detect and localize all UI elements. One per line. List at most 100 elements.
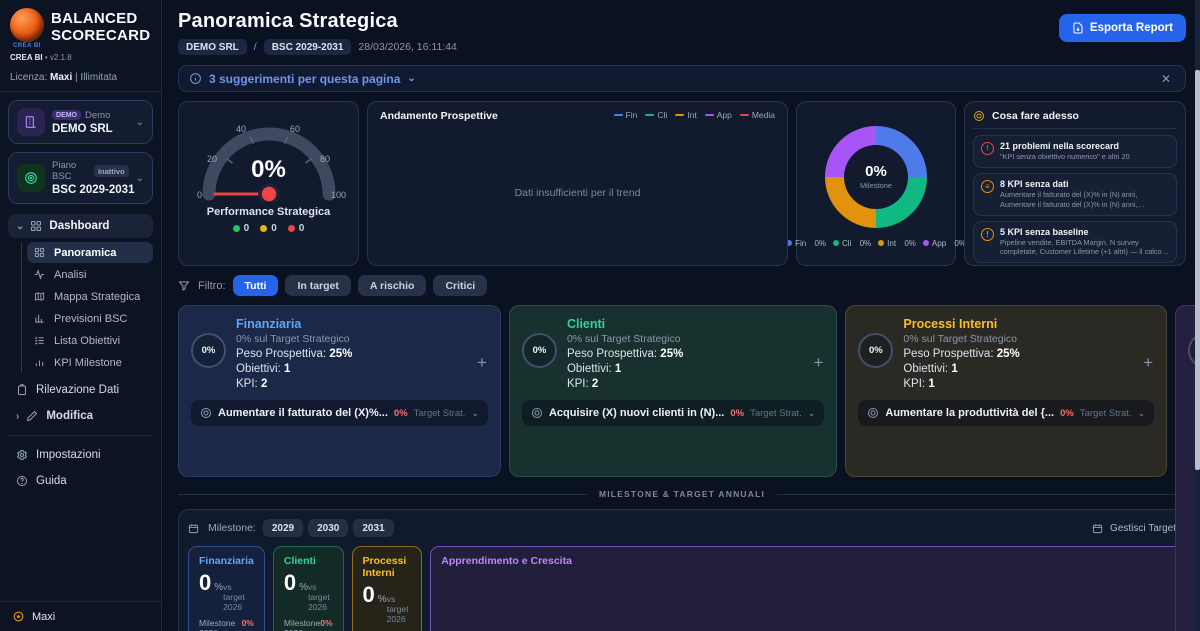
breadcrumb: DEMO SRL / BSC 2029-2031 28/03/2026, 16:…: [178, 39, 457, 55]
filter-in-target-button[interactable]: In target: [285, 275, 350, 296]
document-icon: [1072, 22, 1084, 34]
objective-row[interactable]: Acquisire (X) nuovi clienti in (N)... 0%…: [522, 400, 824, 426]
trend-panel: Andamento Prospettive Fin Cli Int App Me…: [367, 101, 788, 266]
milestone-value: 0: [199, 572, 211, 594]
trend-legend: Fin Cli Int App Media: [614, 110, 775, 120]
page-title: Panoramica Strategica: [178, 10, 457, 33]
filter-label: Filtro:: [198, 280, 226, 292]
grid-icon: [30, 220, 43, 232]
perspective-card-finanziaria: 0% Finanziaria 0% sul Target Strategico …: [178, 305, 501, 477]
perspective-card-processi-interni: 0% Processi Interni 0% sul Target Strate…: [845, 305, 1167, 477]
activity-icon: [34, 269, 47, 280]
legend-line-icon: [645, 114, 654, 116]
vs-target-label: vs target 2026: [223, 582, 254, 612]
checklist-icon: [34, 335, 47, 346]
export-report-button[interactable]: Esporta Report: [1059, 14, 1186, 42]
sidebar-item-panoramica[interactable]: Panoramica: [27, 242, 153, 263]
milestone-card-apprendimento: Apprendimento e Crescita 0 % vs target 2…: [430, 546, 1200, 631]
svg-text:60: 60: [290, 124, 300, 134]
bar-chart-icon: [34, 357, 47, 368]
svg-text:40: 40: [236, 124, 246, 134]
sidebar-item-analisi[interactable]: Analisi: [27, 264, 153, 285]
suggestions-bar: 3 suggerimenti per questa pagina ⌄ ✕: [178, 65, 1186, 92]
objective-row[interactable]: Aumentare la produttività del {... 0% Ta…: [858, 400, 1154, 426]
plan-selector[interactable]: Piano BSC Inattivo BSC 2029-2031 ⌄: [8, 152, 153, 204]
vs-target-label: vs target 2026: [308, 582, 333, 612]
filter-tutti-button[interactable]: Tutti: [233, 275, 279, 296]
sidebar-menu: ⌄ Dashboard Panoramica Analisi: [0, 204, 161, 601]
suggestions-toggle[interactable]: 3 suggerimenti per questa pagina ⌄: [189, 72, 1157, 86]
svg-text:100: 100: [331, 190, 346, 200]
add-objective-button[interactable]: +: [813, 354, 823, 371]
sidebar-item-dashboard[interactable]: ⌄ Dashboard: [8, 214, 153, 238]
footer-user-label: Maxi: [32, 611, 55, 623]
sidebar-item-mappa-strategica[interactable]: Mappa Strategica: [27, 286, 153, 307]
chevron-down-icon: ⌄: [1138, 408, 1146, 419]
clipboard-icon: [16, 384, 29, 396]
sidebar-item-previsioni-bsc[interactable]: Previsioni BSC: [27, 308, 153, 329]
close-icon[interactable]: ✕: [1157, 72, 1175, 86]
target-icon: [973, 110, 986, 122]
gauge-title: Performance Strategica: [207, 206, 331, 218]
divider: [8, 435, 153, 436]
todo-item-kpi-senza-dati[interactable]: ≡ 8 KPI senza dati Aumentare il fatturat…: [973, 173, 1177, 216]
progress-badge: 0%: [191, 333, 226, 368]
milestone-donut-chart: 0% Milestone: [825, 126, 927, 228]
todo-panel: Cosa fare adesso ! 21 problemi nella sco…: [964, 101, 1186, 266]
sidebar-item-lista-obiettivi[interactable]: Lista Obiettivi: [27, 330, 153, 351]
sidebar-item-impostazioni[interactable]: Impostazioni: [8, 442, 153, 468]
sidebar-item-modifica[interactable]: › Modifica: [8, 403, 153, 429]
page-scrollbar[interactable]: [1195, 0, 1200, 631]
donut-center-label: Milestone: [860, 181, 892, 190]
vs-target-label: vs target 2026: [387, 594, 412, 624]
app-version: CREA BI • v2.1.8: [0, 49, 161, 62]
year-2029-button[interactable]: 2029: [263, 519, 303, 537]
legend-line-icon: [675, 114, 684, 116]
milestone-card-clienti: Clienti 0 % vs target 2026 Milestone 202…: [273, 546, 344, 631]
perspective-title: Processi Interni: [903, 317, 1019, 331]
legend-dot-icon: [878, 240, 884, 246]
filter-critici-button[interactable]: Critici: [433, 275, 487, 296]
year-2030-button[interactable]: 2030: [308, 519, 348, 537]
company-selector[interactable]: DEMO Demo DEMO SRL ⌄: [8, 100, 153, 144]
milestone-panel: Milestone: 2029 2030 2031 Gestisci Targe…: [178, 509, 1186, 631]
target-icon: [531, 407, 543, 419]
breadcrumb-company-badge[interactable]: DEMO SRL: [178, 39, 247, 55]
chevron-down-icon: ⌄: [471, 408, 479, 419]
milestone-card-processi-interni: Processi Interni 0 % vs target 2026 Mile…: [352, 546, 423, 631]
add-objective-button[interactable]: +: [477, 354, 487, 371]
chevron-down-icon: ⌄: [808, 408, 816, 419]
add-objective-button[interactable]: +: [1143, 354, 1153, 371]
sidebar-item-rilevazione-dati[interactable]: Rilevazione Dati: [8, 377, 153, 403]
filter-bar: Filtro: Tutti In target A rischio Critic…: [178, 275, 1186, 296]
milestone-value: 0: [363, 584, 375, 606]
milestone-donut-panel: 0% Milestone Fin 0% Cli 0% Int 0% App 0%: [796, 101, 956, 266]
progress-badge: 0%: [858, 333, 893, 368]
breadcrumb-plan-badge[interactable]: BSC 2029-2031: [264, 39, 352, 55]
gauge-value: 0%: [189, 156, 349, 184]
app-window: CREA BI BALANCED SCORECARD CREA BI • v2.…: [0, 0, 1200, 631]
sidebar-item-kpi-milestone[interactable]: KPI Milestone: [27, 352, 153, 373]
license-footer: Maxi: [0, 601, 161, 631]
svg-text:0: 0: [197, 190, 202, 200]
objective-row[interactable]: Aumentare il fatturato del (X)%... 0% Ta…: [191, 400, 488, 426]
legend-dot-icon: [833, 240, 839, 246]
grid-icon: [34, 247, 47, 258]
sidebar: CREA BI BALANCED SCORECARD CREA BI • v2.…: [0, 0, 162, 631]
crea-bi-logo-icon: [10, 8, 44, 42]
main-content: Panoramica Strategica DEMO SRL / BSC 202…: [162, 0, 1200, 631]
perspective-title: Finanziaria: [236, 317, 352, 331]
green-dot-icon: [233, 225, 240, 232]
todo-item-kpi-senza-baseline[interactable]: ! 5 KPI senza baseline Pipeline vendite,…: [973, 221, 1177, 264]
timestamp: 28/03/2026, 16:11:44: [358, 41, 456, 53]
filter-a-rischio-button[interactable]: A rischio: [358, 275, 427, 296]
perspective-card-clienti: 0% Clienti 0% sul Target Strategico Peso…: [509, 305, 837, 477]
milestone-card-finanziaria: Finanziaria 0 % vs target 2026 Milestone…: [188, 546, 265, 631]
manage-targets-button[interactable]: Gestisci Target: [1092, 523, 1176, 534]
chevron-down-icon: ⌄: [136, 117, 144, 128]
todo-item-problemi[interactable]: ! 21 problemi nella scorecard "KPI senza…: [973, 135, 1177, 168]
scrollbar-thumb[interactable]: [1195, 70, 1200, 470]
building-icon: [17, 108, 45, 136]
sidebar-item-guida[interactable]: Guida: [8, 468, 153, 494]
year-2031-button[interactable]: 2031: [353, 519, 393, 537]
